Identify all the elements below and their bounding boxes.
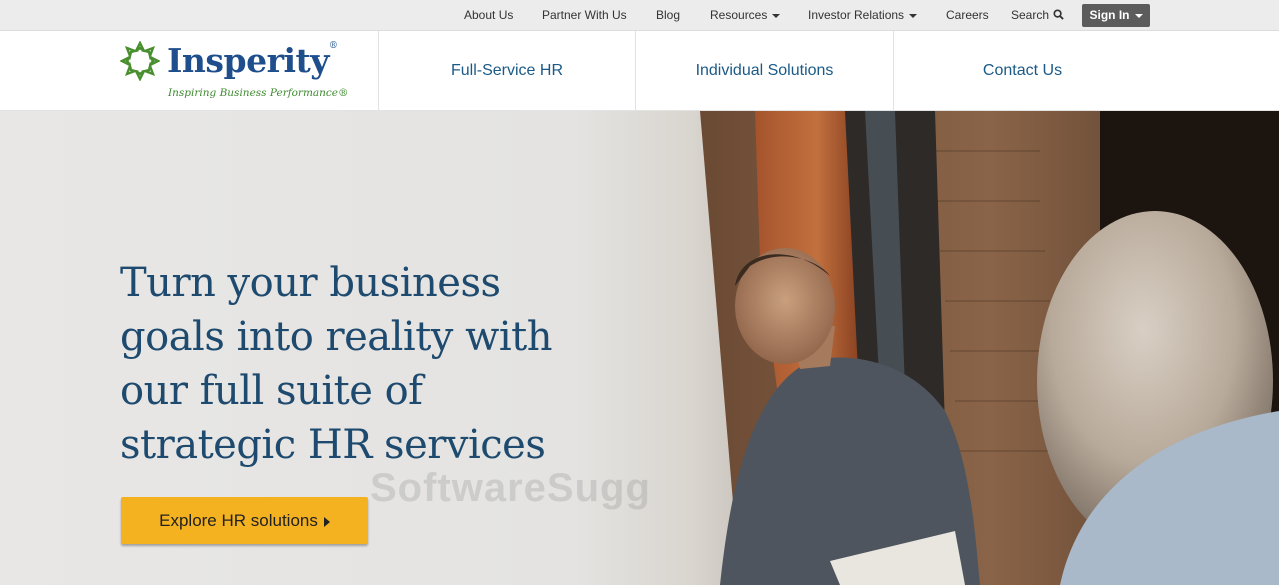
careers-label: Careers xyxy=(946,8,989,22)
careers-link[interactable]: Careers xyxy=(946,0,989,31)
hero-section: Turn your business goals into reality wi… xyxy=(0,111,1279,585)
search-link[interactable]: Search xyxy=(1011,0,1065,31)
brand-tagline: Inspiring Business Performance® xyxy=(168,87,349,99)
caret-down-icon xyxy=(1134,13,1143,18)
caret-down-icon xyxy=(772,13,781,18)
star-mark-icon xyxy=(120,41,160,81)
hero-headline: Turn your business goals into reality wi… xyxy=(120,260,552,468)
sign-in-button[interactable]: Sign In xyxy=(1082,4,1150,27)
resources-label: Resources xyxy=(710,8,768,22)
about-us-link[interactable]: About Us xyxy=(464,0,513,31)
search-icon xyxy=(1053,9,1065,21)
partner-label: Partner With Us xyxy=(542,8,627,22)
main-header: Insperity® Inspiring Business Performanc… xyxy=(0,31,1279,111)
resources-menu[interactable]: Resources xyxy=(710,0,781,31)
nav-full-service-hr[interactable]: Full-Service HR xyxy=(379,31,635,111)
nav-individual-solutions[interactable]: Individual Solutions xyxy=(636,31,893,111)
partner-link[interactable]: Partner With Us xyxy=(542,0,627,31)
nav-contact-us[interactable]: Contact Us xyxy=(894,31,1151,111)
explore-hr-solutions-button[interactable]: Explore HR solutions xyxy=(121,497,368,544)
watermark-text: SoftwareSugg xyxy=(370,466,651,510)
brand-name: Insperity® xyxy=(167,41,338,80)
investor-relations-label: Investor Relations xyxy=(808,8,905,22)
caret-right-icon xyxy=(323,516,330,527)
about-us-label: About Us xyxy=(464,8,514,22)
blog-label: Blog xyxy=(656,8,681,22)
hero-photo xyxy=(700,111,1279,585)
sign-in-label: Sign In xyxy=(1089,8,1130,22)
cta-label: Explore HR solutions xyxy=(159,511,318,530)
blog-link[interactable]: Blog xyxy=(656,0,680,31)
search-label: Search xyxy=(1011,8,1050,22)
insperity-logo[interactable]: Insperity® Inspiring Business Performanc… xyxy=(120,41,370,103)
utility-bar: About Us Partner With Us Blog Resources … xyxy=(0,0,1279,31)
caret-down-icon xyxy=(909,13,918,18)
investor-relations-menu[interactable]: Investor Relations xyxy=(808,0,918,31)
